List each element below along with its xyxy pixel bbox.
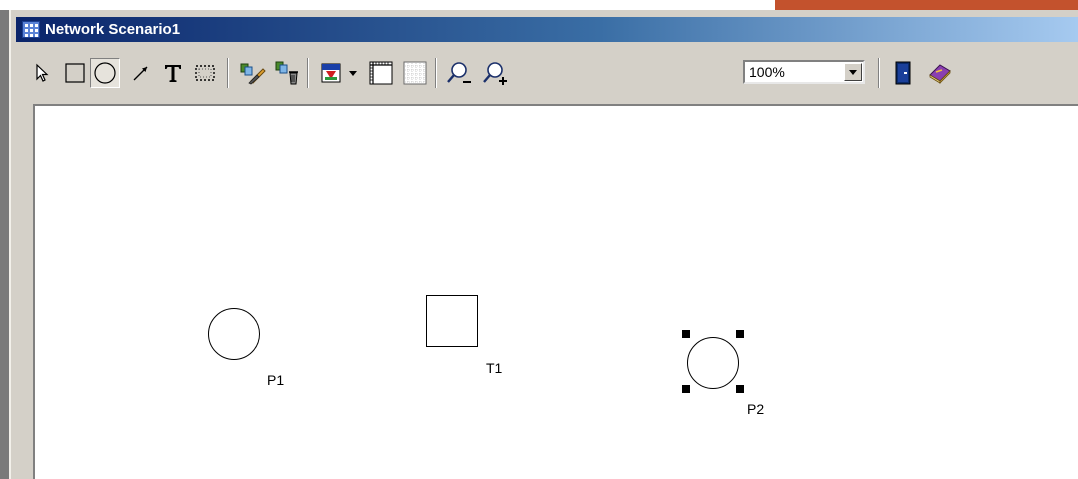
zoom-in-button[interactable] xyxy=(480,60,510,86)
zoom-level-select[interactable]: 100% xyxy=(743,60,865,84)
zoom-out-icon xyxy=(447,62,471,83)
rectangle-tool-icon xyxy=(65,63,85,83)
toolbar-separator xyxy=(307,58,309,88)
delete-trash-icon xyxy=(275,61,298,85)
place-p2[interactable] xyxy=(687,337,739,389)
toolbar-separator xyxy=(878,58,880,88)
selection-handle[interactable] xyxy=(736,385,744,393)
transition-t1-label: T1 xyxy=(486,360,503,376)
text-tool-icon xyxy=(165,65,181,82)
place-p1-label: P1 xyxy=(267,372,285,388)
dotted-rectangle-tool-icon xyxy=(195,65,215,81)
copy-edit-icon xyxy=(240,63,266,85)
toolbar-separator xyxy=(227,58,229,88)
place-p1[interactable] xyxy=(208,308,260,360)
transition-t1[interactable] xyxy=(426,295,478,347)
zoom-dropdown-button[interactable] xyxy=(844,63,862,81)
selection-handle[interactable] xyxy=(682,330,690,338)
delete-button[interactable] xyxy=(272,60,302,86)
zoom-out-button[interactable] xyxy=(444,60,474,86)
exit-button[interactable] xyxy=(890,60,916,86)
outer-frame xyxy=(0,10,9,479)
arc-tool-button[interactable] xyxy=(128,60,154,86)
fill-color-button[interactable] xyxy=(318,60,344,86)
window-titlebar[interactable]: Network Scenario1 xyxy=(16,17,1078,42)
help-book-icon xyxy=(929,64,951,84)
rectangle-tool-button[interactable] xyxy=(62,60,88,86)
dotted-grid-button[interactable] xyxy=(402,60,428,86)
ruler-grid-button[interactable] xyxy=(368,60,394,86)
fill-color-icon xyxy=(321,63,341,83)
place-p2-label: P2 xyxy=(747,401,765,417)
network-grid-icon xyxy=(22,21,40,38)
zoom-in-icon xyxy=(483,62,507,85)
toolbar-separator xyxy=(435,58,437,88)
toolbar: 100% xyxy=(16,42,1078,102)
help-button[interactable] xyxy=(926,60,954,86)
dotted-grid-icon xyxy=(403,61,427,85)
zoom-level-value: 100% xyxy=(749,64,785,80)
copy-edit-button[interactable] xyxy=(238,60,268,86)
select-arrow-icon xyxy=(36,63,49,82)
circle-tool-button[interactable] xyxy=(90,58,120,88)
exit-door-icon xyxy=(895,61,911,85)
select-tool-button[interactable] xyxy=(30,60,56,86)
chevron-down-icon xyxy=(849,70,857,75)
selection-handle[interactable] xyxy=(682,385,690,393)
dotted-rectangle-tool-button[interactable] xyxy=(192,60,218,86)
dropdown-arrow-icon xyxy=(349,71,357,76)
fill-color-dropdown[interactable] xyxy=(346,60,360,86)
arc-line-tool-icon xyxy=(133,66,148,81)
selection-handle[interactable] xyxy=(736,330,744,338)
drawing-canvas[interactable]: P1 T1 P2 xyxy=(33,104,1078,479)
text-tool-button[interactable] xyxy=(160,60,186,86)
ruler-grid-icon xyxy=(369,61,393,85)
window-title: Network Scenario1 xyxy=(45,21,181,38)
circle-tool-icon xyxy=(94,62,116,84)
